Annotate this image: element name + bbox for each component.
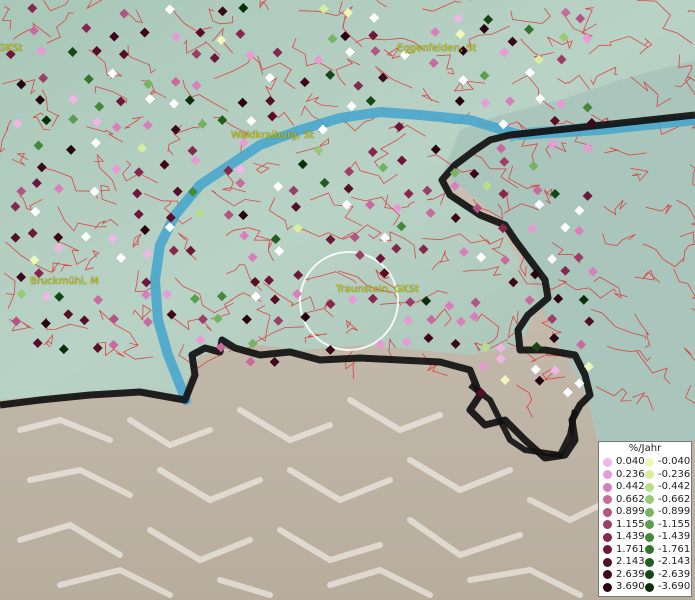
legend-item-negative: -0.662 <box>645 494 690 506</box>
legend-item-positive: 1.439 <box>603 531 645 543</box>
legend-swatch <box>645 482 654 492</box>
legend-swatch <box>645 582 654 592</box>
legend-swatch <box>603 457 612 467</box>
legend-value: -0.662 <box>658 493 691 505</box>
legend: %/Jahr 0.040 -0.040 0.236 -0.236 0.442 -0.442… <box>598 441 692 597</box>
legend-value: 2.143 <box>616 556 645 567</box>
legend-value: 0.236 <box>616 468 645 480</box>
legend-item-negative: -2.639 <box>645 569 690 581</box>
map-canvas[interactable] <box>0 0 695 600</box>
place-label-waldkraiburg: Waldkraiburg, St <box>231 130 314 141</box>
legend-item-negative: -1.761 <box>645 544 690 556</box>
legend-value: 1.155 <box>616 518 645 530</box>
legend-value: -0.236 <box>658 468 691 480</box>
legend-swatch <box>645 520 654 529</box>
legend-item-negative: -3.690 <box>645 581 690 593</box>
legend-swatch <box>645 545 654 554</box>
legend-item-positive: 1.155 <box>603 519 645 531</box>
legend-swatch <box>603 507 612 517</box>
legend-item-negative: -0.040 <box>645 456 690 468</box>
legend-swatch <box>645 495 654 504</box>
legend-swatch <box>645 507 654 517</box>
legend-swatch <box>645 470 654 479</box>
legend-swatch <box>603 557 612 567</box>
legend-value: -0.040 <box>658 456 691 467</box>
legend-value: -0.442 <box>658 481 691 492</box>
legend-swatch <box>645 457 654 467</box>
legend-item-positive: 2.143 <box>603 556 645 568</box>
legend-item-negative: -0.236 <box>645 469 690 481</box>
legend-value: 1.439 <box>616 531 645 542</box>
legend-value: 2.639 <box>616 568 645 580</box>
place-label-traunstein: Traunstein, GKSt <box>336 284 419 295</box>
legend-title: %/Jahr <box>628 443 662 454</box>
place-label-gkst: GKSt <box>0 43 23 54</box>
legend-value: -1.155 <box>658 518 691 530</box>
place-label-bruckmuehl: Bruckmühl, M <box>30 276 99 287</box>
legend-swatch <box>603 482 612 492</box>
legend-value: -0.899 <box>658 506 691 517</box>
legend-swatch <box>645 570 654 579</box>
legend-swatch <box>603 495 612 504</box>
legend-value: 0.442 <box>616 481 645 492</box>
legend-swatch <box>645 532 654 542</box>
legend-swatch <box>603 570 612 579</box>
legend-value: 1.761 <box>616 543 645 555</box>
legend-item-positive: 2.639 <box>603 569 645 581</box>
legend-value: 0.899 <box>616 506 645 517</box>
legend-item-positive: 3.690 <box>603 581 645 593</box>
legend-value: 0.040 <box>616 456 645 467</box>
legend-item-negative: -1.155 <box>645 519 690 531</box>
legend-value: 3.690 <box>616 581 645 592</box>
legend-item-positive: 0.040 <box>603 456 645 468</box>
legend-value: 0.662 <box>616 493 645 505</box>
legend-item-positive: 0.236 <box>603 469 645 481</box>
legend-value: -1.439 <box>658 531 691 542</box>
legend-item-negative: -0.442 <box>645 481 690 493</box>
legend-item-positive: 1.761 <box>603 544 645 556</box>
legend-value: -1.761 <box>658 543 691 555</box>
legend-swatch <box>603 470 612 479</box>
legend-swatch <box>603 532 612 542</box>
legend-item-positive: 0.662 <box>603 494 645 506</box>
legend-swatch <box>603 520 612 529</box>
legend-value: -2.639 <box>658 568 691 580</box>
legend-value: -2.143 <box>658 556 691 567</box>
place-label-eggenfelden: Eggenfelden, St <box>397 43 477 54</box>
legend-item-negative: -2.143 <box>645 556 690 568</box>
legend-item-positive: 0.899 <box>603 506 645 518</box>
legend-value: -3.690 <box>658 581 691 592</box>
legend-swatch <box>603 582 612 592</box>
legend-item-positive: 0.442 <box>603 481 645 493</box>
legend-swatch <box>603 545 612 554</box>
legend-item-negative: -1.439 <box>645 531 690 543</box>
legend-item-negative: -0.899 <box>645 506 690 518</box>
legend-swatch <box>645 557 654 567</box>
